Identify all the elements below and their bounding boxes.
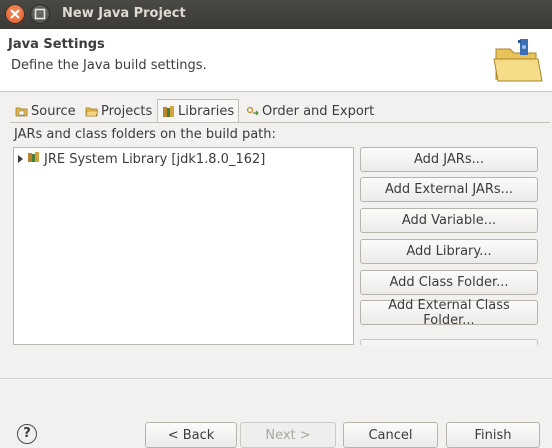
projects-icon: [85, 105, 99, 118]
window-title: New Java Project: [62, 6, 186, 21]
page-title: Java Settings: [8, 37, 105, 52]
libraries-icon: [162, 105, 176, 118]
add-jars-button[interactable]: Add JARs...: [360, 147, 538, 172]
add-external-class-folder-button[interactable]: Add External Class Folder...: [360, 298, 538, 328]
tree-item-label: JRE System Library [jdk1.8.0_162]: [44, 151, 266, 167]
page-description: Define the Java build settings.: [11, 58, 207, 73]
finish-button[interactable]: Finish: [446, 422, 540, 448]
tab-order-and-export-label: Order and Export: [262, 103, 375, 119]
help-icon[interactable]: ?: [17, 424, 37, 444]
order-export-icon: [246, 105, 260, 118]
tab-libraries[interactable]: Libraries: [157, 99, 240, 122]
tab-source[interactable]: Source: [11, 100, 80, 122]
cancel-button[interactable]: Cancel: [343, 422, 438, 448]
tab-divider: [10, 122, 550, 123]
tab-projects-label: Projects: [101, 103, 153, 119]
build-path-tree[interactable]: JRE System Library [jdk1.8.0_162]: [13, 147, 354, 345]
source-folder-icon: [15, 105, 29, 118]
wizard-header: Java Settings Define the Java build sett…: [0, 29, 552, 92]
tab-source-label: Source: [31, 103, 76, 119]
back-button[interactable]: < Back: [145, 422, 237, 448]
next-button[interactable]: Next >: [240, 422, 336, 448]
add-variable-button[interactable]: Add Variable...: [360, 208, 538, 233]
add-library-button[interactable]: Add Library...: [360, 239, 538, 264]
library-icon: [27, 151, 41, 167]
footer-separator: [0, 378, 552, 379]
tab-libraries-label: Libraries: [178, 103, 235, 119]
tab-projects[interactable]: Projects: [81, 100, 156, 122]
build-path-caption: JARs and class folders on the build path…: [14, 127, 276, 142]
tab-bar: Source Projects Libraries Order and Expo…: [11, 99, 541, 123]
expand-arrow-icon[interactable]: [18, 155, 23, 163]
hidden-button-edge: [360, 339, 538, 345]
add-class-folder-button[interactable]: Add Class Folder...: [360, 270, 538, 295]
maximize-icon[interactable]: [30, 4, 50, 24]
java-project-folder-icon: [490, 37, 546, 89]
close-icon[interactable]: [5, 4, 25, 24]
title-bar: New Java Project: [0, 0, 552, 29]
tab-order-and-export[interactable]: Order and Export: [242, 100, 378, 122]
tree-item-jre-system-library[interactable]: JRE System Library [jdk1.8.0_162]: [15, 150, 265, 168]
add-external-jars-button[interactable]: Add External JARs...: [360, 177, 538, 202]
